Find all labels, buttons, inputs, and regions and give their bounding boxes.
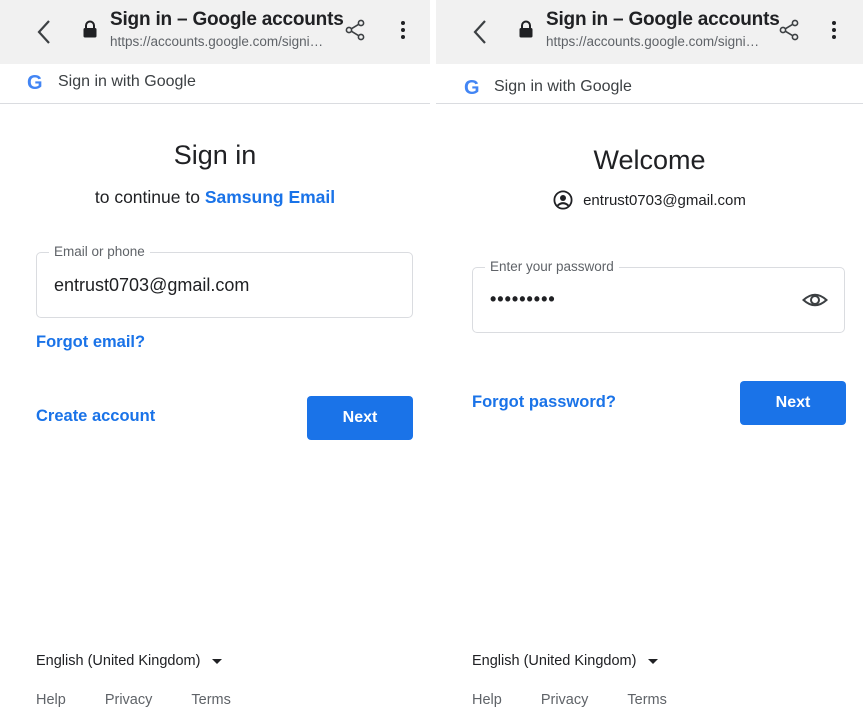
caret-down-icon [648, 658, 659, 664]
footer-links: Help Privacy Terms [472, 692, 706, 708]
lock-icon [83, 20, 97, 38]
browser-top-bar: Sign in – Google accounts https://accoun… [436, 0, 863, 64]
chevron-left-icon[interactable] [32, 18, 56, 46]
help-link[interactable]: Help [36, 692, 66, 708]
more-vert-icon[interactable] [398, 19, 408, 41]
subheading: to continue to Samsung Email [0, 187, 430, 208]
language-select-label: English (United Kingdom) [472, 653, 637, 669]
caret-down-icon [212, 658, 223, 664]
page-title: Sign in – Google accounts [546, 9, 780, 30]
email-field-value[interactable]: entrust0703@gmail.com [54, 275, 249, 296]
account-email: entrust0703@gmail.com [583, 191, 746, 209]
google-signin-bar: G Sign in with Google [436, 64, 863, 104]
password-field-value[interactable]: ••••••••• [490, 289, 556, 310]
share-icon[interactable] [778, 19, 800, 41]
eye-icon[interactable] [802, 289, 828, 311]
heading: Welcome [593, 145, 706, 175]
app-name-link[interactable]: Samsung Email [205, 187, 335, 207]
password-field-label: Enter your password [485, 259, 619, 274]
email-field[interactable]: Email or phone entrust0703@gmail.com [36, 244, 413, 318]
privacy-link[interactable]: Privacy [105, 692, 153, 708]
next-button[interactable]: Next [307, 396, 413, 440]
privacy-link[interactable]: Privacy [541, 692, 589, 708]
password-field[interactable]: Enter your password ••••••••• [472, 259, 845, 333]
google-g-icon: G [464, 77, 480, 99]
signin-with-google-label: Sign in with Google [58, 73, 196, 90]
next-button[interactable]: Next [740, 381, 846, 425]
language-select[interactable]: English (United Kingdom) [36, 653, 223, 669]
forgot-email-link[interactable]: Forgot email? [36, 333, 145, 352]
heading: Sign in [173, 140, 257, 170]
signin-screen: Sign in – Google accounts https://accoun… [0, 0, 430, 709]
account-chip[interactable]: entrust0703@gmail.com [436, 190, 863, 210]
subheading-prefix: to continue to [94, 187, 205, 207]
account-circle-icon [553, 190, 573, 210]
password-screen: Sign in – Google accounts https://accoun… [436, 0, 863, 709]
more-vert-icon[interactable] [829, 19, 839, 41]
language-select[interactable]: English (United Kingdom) [472, 653, 659, 669]
terms-link[interactable]: Terms [191, 692, 230, 708]
footer-links: Help Privacy Terms [36, 692, 270, 708]
terms-link[interactable]: Terms [627, 692, 666, 708]
forgot-password-link[interactable]: Forgot password? [472, 393, 616, 412]
google-g-icon: G [27, 72, 43, 94]
page-url[interactable]: https://accounts.google.com/signi… [110, 34, 323, 49]
chevron-left-icon[interactable] [468, 18, 492, 46]
google-signin-bar: G Sign in with Google [0, 64, 430, 104]
page-url[interactable]: https://accounts.google.com/signi… [546, 34, 759, 49]
language-select-label: English (United Kingdom) [36, 653, 201, 669]
lock-icon [519, 20, 533, 38]
share-icon[interactable] [344, 19, 366, 41]
signin-with-google-label: Sign in with Google [494, 78, 632, 95]
create-account-link[interactable]: Create account [36, 407, 155, 426]
help-link[interactable]: Help [472, 692, 502, 708]
browser-top-bar: Sign in – Google accounts https://accoun… [0, 0, 430, 64]
email-field-label: Email or phone [49, 244, 150, 259]
page-title: Sign in – Google accounts [110, 9, 344, 30]
